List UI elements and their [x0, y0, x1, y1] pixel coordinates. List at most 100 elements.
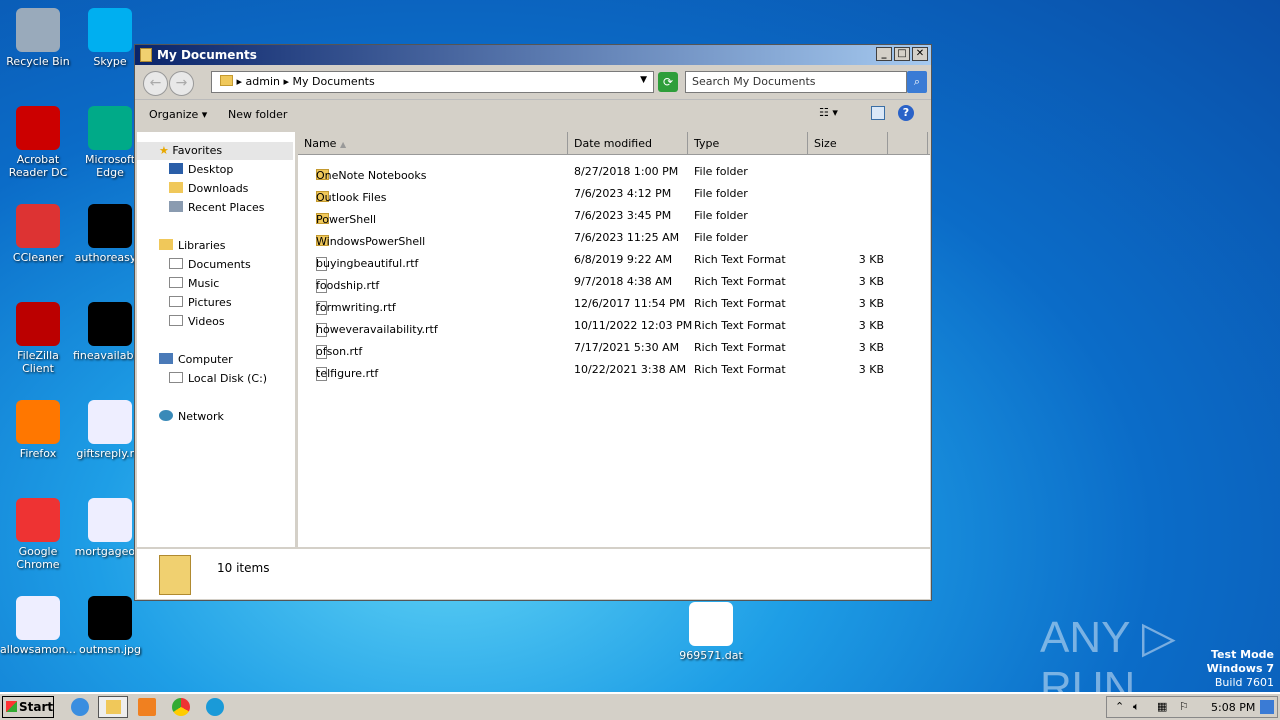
explorer-taskbar-button[interactable]	[98, 696, 128, 718]
preview-pane-icon[interactable]	[871, 106, 885, 120]
file-date: 12/6/2017 11:54 PM	[574, 297, 686, 310]
file-size: 3 KB	[858, 253, 884, 266]
desktop-icon[interactable]: FileZilla Client	[0, 302, 76, 375]
file-size: 3 KB	[858, 363, 884, 376]
desktop-icon-label: CCleaner	[12, 251, 64, 264]
desktop-icon-image	[16, 302, 60, 346]
file-type: File folder	[694, 209, 748, 222]
file-date: 10/11/2022 12:03 PM	[574, 319, 693, 332]
file-type: Rich Text Format	[694, 363, 786, 376]
column-type[interactable]: Type	[688, 132, 808, 154]
search-input[interactable]: Search My Documents	[685, 71, 907, 93]
file-row[interactable]: Outlook Files 7/6/2023 4:12 PM File folder	[298, 183, 898, 205]
file-row[interactable]: foodship.rtf 9/7/2018 4:38 AM Rich Text Fo…	[298, 271, 898, 293]
breadcrumb-admin[interactable]: admin	[246, 75, 280, 88]
desktop-icon[interactable]: Firefox	[0, 400, 76, 460]
file-row[interactable]: ofson.rtf 7/17/2021 5:30 AM Rich Text Form…	[298, 337, 898, 359]
column-name[interactable]: Name ▲	[298, 132, 568, 154]
folder-icon	[140, 48, 152, 62]
desktop-icon-image	[88, 8, 132, 52]
file-row[interactable]: WindowsPowerShell 7/6/2023 11:25 AM File f…	[298, 227, 898, 249]
file-row[interactable]: formwriting.rtf 12/6/2017 11:54 PM Rich Te…	[298, 293, 898, 315]
network-icon[interactable]: ▦	[1157, 700, 1167, 713]
address-bar[interactable]: ▸ admin ▸ My Documents ▼	[211, 71, 654, 93]
nav-recent-places[interactable]: Recent Places	[169, 201, 265, 214]
minimize-button[interactable]: _	[876, 47, 892, 61]
address-dropdown-icon[interactable]: ▼	[640, 75, 647, 85]
file-size: 3 KB	[858, 297, 884, 310]
nav-music[interactable]: Music	[169, 277, 219, 290]
desktop-icon[interactable]: Acrobat Reader DC	[0, 106, 76, 179]
organize-button[interactable]: Organize ▾	[149, 108, 207, 121]
show-hidden-icons[interactable]: ⌃	[1115, 700, 1124, 713]
file-row[interactable]: buyingbeautiful.rtf 6/8/2019 9:22 AM Rich …	[298, 249, 898, 271]
column-date-modified[interactable]: Date modified	[568, 132, 688, 154]
nav-downloads[interactable]: Downloads	[169, 182, 248, 195]
volume-icon[interactable]: 🔈︎	[1133, 700, 1140, 714]
desktop-icon-image	[88, 302, 132, 346]
nav-desktop[interactable]: Desktop	[169, 163, 233, 176]
folder-icon	[220, 75, 233, 86]
file-size: 3 KB	[858, 275, 884, 288]
nav-documents[interactable]: Documents	[169, 258, 251, 271]
file-row[interactable]: telfigure.rtf 10/22/2021 3:38 AM Rich Text…	[298, 359, 898, 381]
desktop-icon[interactable]: 969571.dat	[673, 602, 749, 662]
show-desktop-button[interactable]	[1260, 700, 1274, 714]
nav-libraries[interactable]: Libraries	[159, 239, 226, 252]
start-button[interactable]: Start	[2, 696, 54, 718]
desktop-icon-image	[88, 106, 132, 150]
file-date: 10/22/2021 3:38 AM	[574, 363, 687, 376]
nav-network[interactable]: Network	[159, 410, 224, 423]
close-button[interactable]: ✕	[912, 47, 928, 61]
column-size[interactable]: Size	[808, 132, 888, 154]
explorer-window: My Documents _ □ ✕ ← → ▸ admin ▸ My Docume…	[134, 44, 932, 601]
desktop-icon-label: Acrobat Reader DC	[8, 153, 68, 179]
desktop-icon[interactable]: outmsn.jpg	[72, 596, 148, 656]
back-button[interactable]: ←	[143, 71, 168, 96]
desktop-icon-label: allowsamon...	[0, 643, 76, 656]
desktop-icon[interactable]: Recycle Bin	[0, 8, 76, 68]
title-bar[interactable]: My Documents _ □ ✕	[135, 45, 931, 65]
new-folder-button[interactable]: New folder	[228, 108, 287, 121]
desktop-icon[interactable]: Google Chrome	[0, 498, 76, 571]
search-button[interactable]: ⌕	[907, 71, 927, 93]
desktop-icon-label: Recycle Bin	[6, 55, 70, 68]
file-date: 7/6/2023 4:12 PM	[574, 187, 672, 200]
file-size: 3 KB	[858, 341, 884, 354]
desktop-icon[interactable]: allowsamon...	[0, 596, 76, 656]
forward-button[interactable]: →	[169, 71, 194, 96]
desktop-icon-label: 969571.dat	[679, 649, 743, 662]
file-type: Rich Text Format	[694, 275, 786, 288]
desktop-icon-image	[16, 8, 60, 52]
file-list: Name ▲ Date modified Type Size OneNote N…	[298, 132, 930, 547]
media-player-icon[interactable]	[138, 698, 156, 716]
edge-icon[interactable]	[206, 698, 224, 716]
file-name: telfigure.rtf	[316, 367, 379, 380]
ie-icon[interactable]	[71, 698, 89, 716]
action-center-flag-icon[interactable]: ⚐	[1179, 700, 1189, 713]
maximize-button[interactable]: □	[894, 47, 910, 61]
nav-favorites[interactable]: ★ Favorites	[159, 144, 222, 157]
clock[interactable]: 5:08 PM	[1211, 701, 1255, 714]
view-options-icon[interactable]: ☷ ▾	[819, 106, 838, 119]
file-row[interactable]: PowerShell 7/6/2023 3:45 PM File folder	[298, 205, 898, 227]
refresh-button[interactable]: ⟳	[658, 72, 678, 92]
file-name: PowerShell	[316, 213, 377, 226]
nav-computer[interactable]: Computer	[159, 353, 233, 366]
chrome-icon[interactable]	[172, 698, 190, 716]
nav-local-disk[interactable]: Local Disk (C:)	[169, 372, 267, 385]
file-name: foodship.rtf	[316, 279, 380, 292]
desktop-icon-image	[88, 400, 132, 444]
help-icon[interactable]: ?	[898, 105, 914, 121]
desktop-icon-image	[16, 400, 60, 444]
file-row[interactable]: OneNote Notebooks 8/27/2018 1:00 PM File f…	[298, 161, 898, 183]
file-type: File folder	[694, 187, 748, 200]
breadcrumb-my-documents[interactable]: My Documents	[293, 75, 375, 88]
file-name: WindowsPowerShell	[316, 235, 426, 248]
nav-videos[interactable]: Videos	[169, 315, 225, 328]
file-row[interactable]: howeveravailability.rtf 10/11/2022 12:03 …	[298, 315, 898, 337]
file-type: File folder	[694, 165, 748, 178]
nav-pictures[interactable]: Pictures	[169, 296, 232, 309]
os-label: Windows 7	[1206, 662, 1274, 675]
desktop-icon[interactable]: CCleaner	[0, 204, 76, 264]
